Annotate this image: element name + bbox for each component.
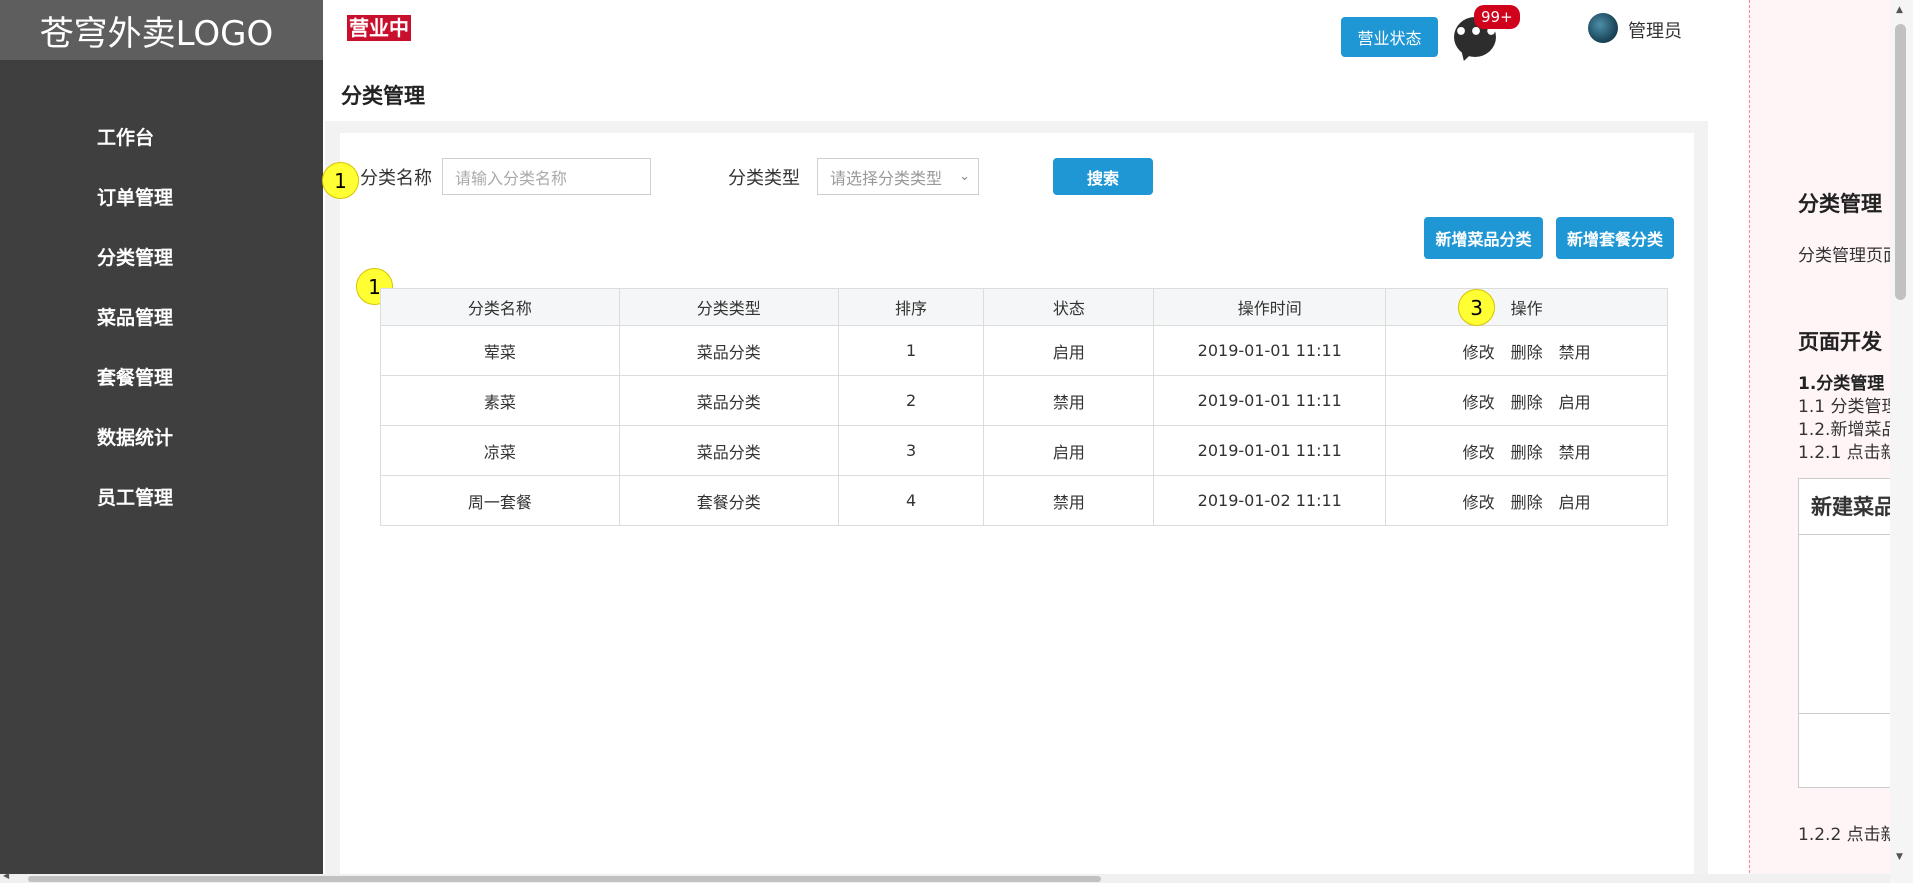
cell-type: 菜品分类: [618, 425, 839, 476]
edit-link[interactable]: 修改: [1463, 389, 1495, 413]
spec-item: 1.2.1 点击新: [1798, 443, 1898, 463]
cell-time: 2019-01-02 11:11: [1153, 475, 1387, 526]
cell-operations: 修改 删除 启用: [1385, 375, 1668, 426]
column-header: 分类名称: [380, 288, 620, 326]
table-row: 周一套餐 套餐分类 4 禁用 2019-01-02 11:11 修改 删除 启用: [380, 475, 1668, 526]
user-name[interactable]: 管理员: [1628, 17, 1682, 43]
cell-sort: 4: [837, 475, 985, 526]
delete-link[interactable]: 删除: [1511, 489, 1543, 513]
delete-link[interactable]: 删除: [1511, 389, 1543, 413]
delete-link[interactable]: 删除: [1511, 439, 1543, 463]
sidebar-item-statistics[interactable]: 数据统计: [0, 422, 323, 482]
cell-type: 菜品分类: [618, 375, 839, 426]
category-name-label: 分类名称: [360, 168, 432, 189]
sidebar-item-dishes[interactable]: 菜品管理: [0, 302, 323, 362]
toggle-status-link[interactable]: 禁用: [1559, 339, 1591, 363]
content-card: 1 分类名称 请输入分类名称 分类类型 请选择分类类型 ⌄ 搜索 新增菜品分类 …: [322, 133, 1694, 883]
open-status-badge: 营业中: [347, 15, 411, 41]
top-bar: 营业中 营业状态 ••• 99+ 管理员: [323, 0, 1748, 70]
toggle-status-link[interactable]: 启用: [1559, 489, 1591, 513]
cell-status: 禁用: [983, 475, 1155, 526]
table-header-row: 分类名称 分类类型 排序 状态 操作时间 3 操作: [380, 288, 1668, 326]
spec-title: 分类管理: [1798, 192, 1882, 216]
category-table: 分类名称 分类类型 排序 状态 操作时间 3 操作 荤菜 菜品分类 1 启用 2…: [380, 288, 1668, 526]
business-status-button[interactable]: 营业状态: [1341, 17, 1438, 57]
column-header: 分类类型: [618, 288, 839, 326]
sidebar-item-orders[interactable]: 订单管理: [0, 182, 323, 242]
category-name-input[interactable]: 请输入分类名称: [442, 158, 651, 195]
cell-sort: 1: [837, 325, 985, 376]
column-header: 状态: [983, 288, 1155, 326]
cell-time: 2019-01-01 11:11: [1153, 325, 1387, 376]
category-type-placeholder: 请选择分类类型: [830, 168, 943, 188]
page-title: 分类管理: [341, 84, 425, 108]
spec-section-title: 页面开发: [1798, 330, 1882, 354]
category-type-label: 分类类型: [728, 168, 800, 189]
cell-time: 2019-01-01 11:11: [1153, 425, 1387, 476]
toggle-status-link[interactable]: 启用: [1559, 389, 1591, 413]
column-header: 排序: [837, 288, 985, 326]
add-dish-category-button[interactable]: 新增菜品分类: [1424, 217, 1543, 259]
cell-sort: 3: [837, 425, 985, 476]
column-header-operation: 3 操作: [1385, 288, 1668, 326]
category-type-select[interactable]: 请选择分类类型 ⌄: [817, 158, 979, 195]
horizontal-scrollbar-thumb[interactable]: [28, 876, 1101, 882]
chevron-down-icon: ⌄: [959, 169, 970, 184]
sidebar-item-categories[interactable]: 分类管理: [0, 242, 323, 302]
avatar[interactable]: [1588, 13, 1618, 43]
sidebar-item-setmeals[interactable]: 套餐管理: [0, 362, 323, 422]
spec-subtitle: 分类管理页面: [1798, 246, 1900, 266]
toggle-status-link[interactable]: 禁用: [1559, 439, 1591, 463]
spec-item: 1.2.新增菜品: [1798, 420, 1899, 440]
table-row: 荤菜 菜品分类 1 启用 2019-01-01 11:11 修改 删除 禁用: [380, 325, 1668, 376]
scroll-down-arrow-icon[interactable]: ▼: [1896, 852, 1903, 862]
scroll-left-arrow-icon[interactable]: ◀: [3, 871, 9, 880]
table-row: 素菜 菜品分类 2 禁用 2019-01-01 11:11 修改 删除 启用: [380, 375, 1668, 426]
cell-operations: 修改 删除 启用: [1385, 475, 1668, 526]
sidebar-item-employees[interactable]: 员工管理: [0, 482, 323, 542]
add-setmeal-category-button[interactable]: 新增套餐分类: [1556, 217, 1674, 259]
cell-operations: 修改 删除 禁用: [1385, 425, 1668, 476]
sidebar: 苍穹外卖LOGO 工作台 订单管理 分类管理 菜品管理 套餐管理 数据统计 员工…: [0, 0, 323, 883]
search-button[interactable]: 搜索: [1053, 158, 1153, 195]
column-header: 操作时间: [1153, 288, 1387, 326]
cell-time: 2019-01-01 11:11: [1153, 375, 1387, 426]
app-logo: 苍穹外卖LOGO: [0, 0, 323, 60]
spec-item: 1.1 分类管理: [1798, 397, 1899, 417]
cell-name: 周一套餐: [380, 475, 620, 526]
content-area: 1 分类名称 请输入分类名称 分类类型 请选择分类类型 ⌄ 搜索 新增菜品分类 …: [322, 121, 1708, 883]
sidebar-nav: 工作台 订单管理 分类管理 菜品管理 套餐管理 数据统计 员工管理: [0, 60, 323, 542]
annotation-marker: 1: [322, 162, 359, 199]
message-count-badge: 99+: [1474, 5, 1520, 29]
horizontal-scrollbar[interactable]: ◀: [0, 871, 1890, 883]
column-header-label: 操作: [1510, 299, 1543, 318]
annotation-marker: 3: [1458, 289, 1496, 326]
message-button[interactable]: ••• 99+: [1450, 5, 1520, 64]
sidebar-item-workbench[interactable]: 工作台: [0, 122, 323, 182]
panel-divider: [1749, 0, 1750, 883]
cell-sort: 2: [837, 375, 985, 426]
edit-link[interactable]: 修改: [1463, 339, 1495, 363]
spec-item: 1.2.2 点击新: [1798, 825, 1898, 845]
spec-panel: 分类管理 分类管理页面 页面开发 1.分类管理 1.1 分类管理 1.2.新增菜…: [1748, 0, 1913, 883]
table-row: 凉菜 菜品分类 3 启用 2019-01-01 11:11 修改 删除 禁用: [380, 425, 1668, 476]
delete-link[interactable]: 删除: [1511, 339, 1543, 363]
spec-item: 1.分类管理: [1798, 374, 1885, 394]
edit-link[interactable]: 修改: [1463, 439, 1495, 463]
cell-name: 荤菜: [380, 325, 620, 376]
cell-status: 禁用: [983, 375, 1155, 426]
scroll-up-arrow-icon[interactable]: ▲: [1896, 5, 1903, 15]
cell-name: 素菜: [380, 375, 620, 426]
cell-name: 凉菜: [380, 425, 620, 476]
vertical-scrollbar-thumb[interactable]: [1895, 24, 1906, 300]
cell-operations: 修改 删除 禁用: [1385, 325, 1668, 376]
cell-status: 启用: [983, 325, 1155, 376]
vertical-scrollbar[interactable]: ▲ ▼: [1890, 0, 1913, 883]
cell-status: 启用: [983, 425, 1155, 476]
cell-type: 菜品分类: [618, 325, 839, 376]
edit-link[interactable]: 修改: [1463, 489, 1495, 513]
cell-type: 套餐分类: [618, 475, 839, 526]
